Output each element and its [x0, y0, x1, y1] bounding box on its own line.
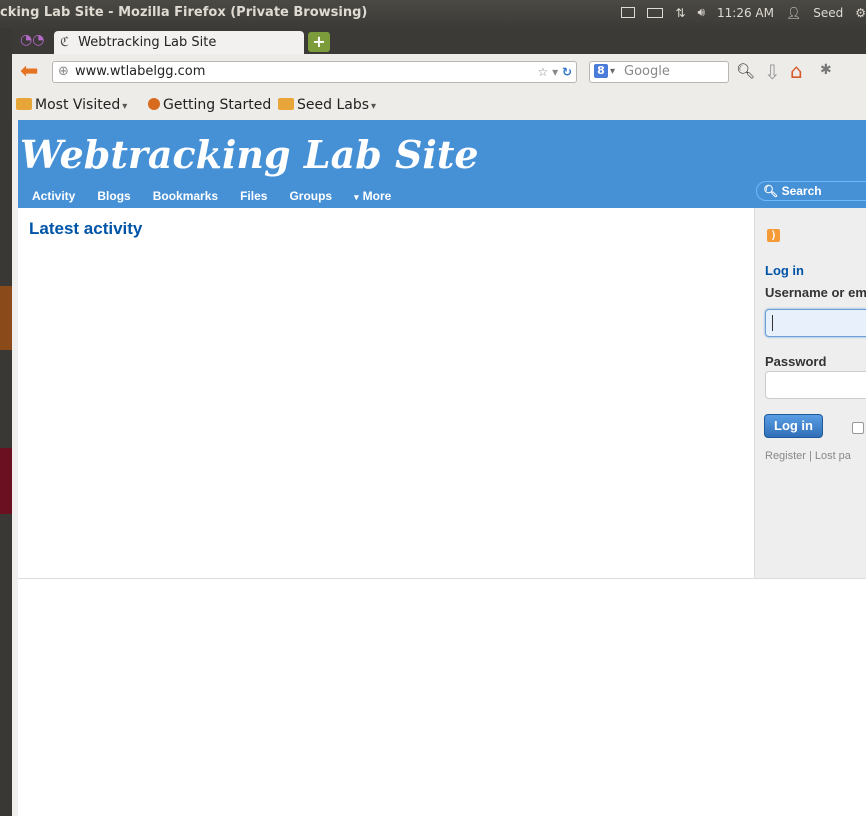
password-label: Password — [765, 354, 827, 369]
url-bar[interactable]: ⊕ www.wtlabelgg.com ☆ ▾ ↻ — [52, 61, 577, 83]
addon-icon[interactable]: ✱ — [820, 62, 832, 78]
search-placeholder: Google — [624, 64, 670, 79]
user-icon[interactable]: 👤︎ — [786, 6, 801, 20]
folder-icon — [16, 98, 32, 110]
chevron-down-icon: ▾ — [122, 101, 128, 112]
search-label: Search — [781, 184, 822, 198]
url-actions: ☆ ▾ ↻ — [537, 62, 572, 82]
search-bar[interactable]: 8 ▾ Google — [589, 61, 729, 83]
remember-me-checkbox[interactable] — [852, 422, 864, 434]
rss-icon[interactable]: ) — [767, 229, 780, 242]
sidebar: ) Log in Username or em Password Log in … — [754, 208, 866, 578]
launcher-strip — [0, 28, 12, 816]
text-cursor — [772, 315, 773, 331]
globe-icon: ⊕ — [58, 64, 69, 79]
network-icon[interactable]: ⇅ — [675, 6, 685, 20]
volume-icon[interactable]: 🔊︎ — [697, 5, 705, 20]
chevron-down-icon: ▾ — [371, 101, 377, 112]
nav-activity[interactable]: Activity — [32, 189, 75, 203]
nav-files[interactable]: Files — [240, 189, 267, 203]
search-engine-dropdown-icon[interactable]: ▾ — [610, 62, 615, 82]
clock[interactable]: 11:26 AM — [717, 6, 774, 20]
account-links: Register | Lost pa — [765, 450, 851, 462]
page-favicon-icon: ℭ — [60, 35, 70, 50]
link-separator: | — [808, 450, 812, 462]
firefox-icon — [148, 98, 160, 110]
site-title[interactable]: Webtracking Lab Site — [20, 132, 479, 177]
nav-blogs[interactable]: Blogs — [97, 189, 130, 203]
tab-title: Webtracking Lab Site — [78, 35, 217, 50]
nav-more[interactable]: ▾ More — [354, 189, 413, 203]
battery-icon[interactable] — [647, 7, 664, 18]
reload-icon[interactable]: ↻ — [562, 65, 572, 79]
system-top-panel: cking Lab Site - Mozilla Firefox (Privat… — [0, 0, 866, 28]
new-tab-button[interactable]: + — [308, 32, 330, 52]
home-icon[interactable]: ⌂ — [790, 59, 803, 83]
nav-bookmarks[interactable]: Bookmarks — [153, 189, 218, 203]
download-icon[interactable]: ⇩ — [764, 60, 781, 84]
site-search-input[interactable]: 🔍︎ Search — [756, 181, 866, 201]
page-heading: Latest activity — [29, 219, 143, 238]
bookmarks-toolbar: Most Visited ▾ Getting Started Seed Labs ▾ — [12, 92, 866, 120]
chevron-down-icon: ▾ — [354, 192, 359, 202]
login-button[interactable]: Log in — [764, 414, 823, 438]
launcher-item[interactable] — [0, 286, 12, 350]
tab-webtracking[interactable]: ℭ Webtracking Lab Site — [54, 31, 304, 54]
private-browsing-icon: ◔◔ — [20, 32, 45, 48]
login-heading: Log in — [765, 263, 804, 278]
indicator-area: ⇅ 🔊︎ 11:26 AM 👤︎ Seed ⚙ — [621, 5, 866, 20]
register-link[interactable]: Register — [765, 450, 806, 462]
password-input[interactable] — [765, 371, 866, 399]
username-input[interactable] — [765, 309, 866, 337]
nav-more-label: More — [362, 189, 392, 203]
window-title: cking Lab Site - Mozilla Firefox (Privat… — [0, 5, 368, 20]
bookmark-star-icon[interactable]: ☆ — [537, 65, 548, 79]
folder-icon — [278, 98, 294, 110]
bookmark-label: Most Visited — [35, 97, 121, 113]
magnifier-icon[interactable]: 🔍︎ — [736, 62, 755, 80]
lost-password-link[interactable]: Lost pa — [815, 450, 851, 462]
gear-icon[interactable]: ⚙ — [855, 6, 866, 20]
search-engine-icon[interactable]: 8 — [594, 64, 608, 78]
page-footer-area — [18, 579, 866, 816]
bookmark-label: Seed Labs — [297, 97, 370, 113]
content-area: Latest activity ) Log in Username or em … — [18, 208, 866, 579]
navigation-toolbar: ⬅ ⊕ www.wtlabelgg.com ☆ ▾ ↻ 8 ▾ Google 🔍… — [12, 54, 866, 93]
back-arrow-icon[interactable]: ⬅ — [20, 61, 38, 83]
bookmark-label: Getting Started — [163, 97, 272, 113]
nav-groups[interactable]: Groups — [289, 189, 332, 203]
tab-bar: ◔◔ ℭ Webtracking Lab Site + — [12, 28, 866, 54]
search-icon: 🔍︎ — [763, 184, 779, 198]
username-label: Username or em — [765, 285, 866, 300]
launcher-item[interactable] — [0, 448, 12, 514]
history-dropdown-icon[interactable]: ▾ — [552, 65, 558, 79]
bookmark-getting-started[interactable]: Getting Started — [148, 97, 271, 113]
site-header: Webtracking Lab Site Activity Blogs Book… — [18, 120, 866, 208]
session-user[interactable]: Seed — [813, 6, 843, 20]
mail-icon[interactable] — [621, 7, 636, 18]
bookmark-seed-labs[interactable]: Seed Labs ▾ — [278, 97, 376, 113]
url-text: www.wtlabelgg.com — [75, 64, 206, 79]
bookmark-most-visited[interactable]: Most Visited ▾ — [16, 97, 127, 113]
site-nav: Activity Blogs Bookmarks Files Groups ▾ M… — [32, 189, 435, 203]
